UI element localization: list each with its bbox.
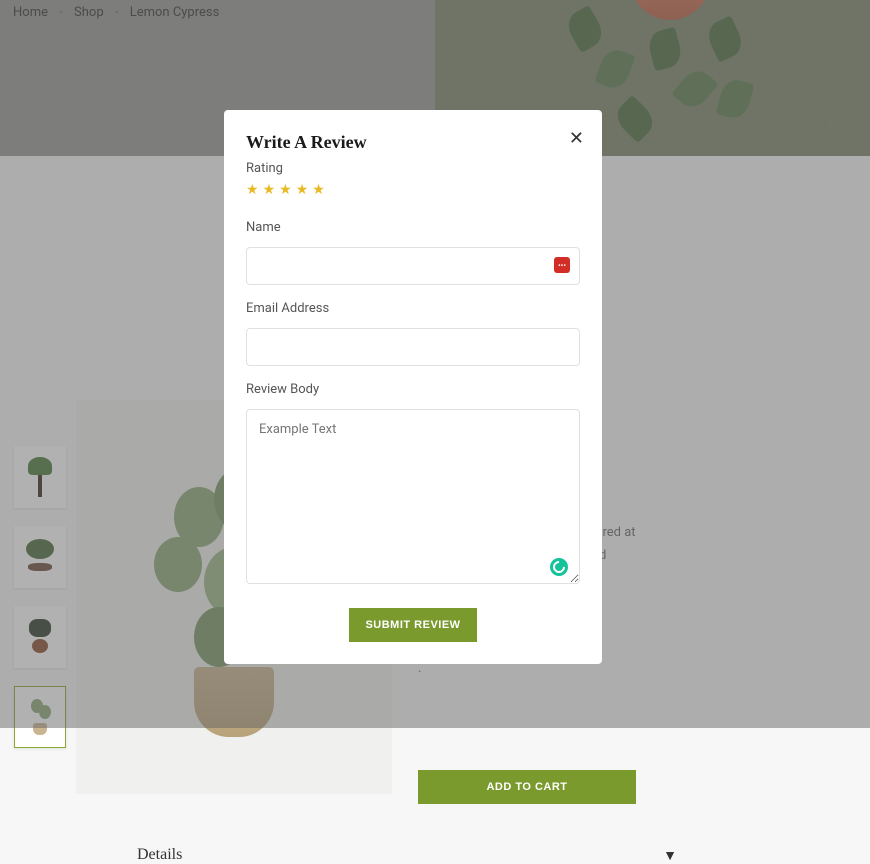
add-to-cart-button[interactable]: ADD TO CART <box>418 770 636 804</box>
star-icon[interactable]: ★ <box>246 182 259 198</box>
star-icon[interactable]: ★ <box>279 182 292 198</box>
name-label: Name <box>246 220 580 235</box>
review-body-textarea[interactable] <box>246 409 580 584</box>
review-body-label: Review Body <box>246 382 580 397</box>
close-button[interactable]: ✕ <box>569 128 584 149</box>
email-label: Email Address <box>246 301 580 316</box>
close-icon: ✕ <box>569 128 584 148</box>
review-modal: Write A Review ✕ Rating ★ ★ ★ ★ ★ Name •… <box>224 110 602 664</box>
chevron-down-icon: ▼ <box>663 847 677 864</box>
grammarly-icon[interactable] <box>550 558 568 576</box>
details-accordion[interactable]: Details ▼ <box>137 846 677 864</box>
star-icon[interactable]: ★ <box>312 182 325 198</box>
name-input[interactable] <box>246 247 580 285</box>
password-manager-icon[interactable]: ••• <box>554 257 570 273</box>
modal-title: Write A Review <box>246 132 580 153</box>
submit-review-button[interactable]: SUBMIT REVIEW <box>349 608 477 642</box>
rating-label: Rating <box>246 161 580 176</box>
email-input[interactable] <box>246 328 580 366</box>
details-label: Details <box>137 846 182 864</box>
star-icon[interactable]: ★ <box>263 182 276 198</box>
rating-stars[interactable]: ★ ★ ★ ★ ★ <box>246 182 580 198</box>
star-icon[interactable]: ★ <box>296 182 309 198</box>
